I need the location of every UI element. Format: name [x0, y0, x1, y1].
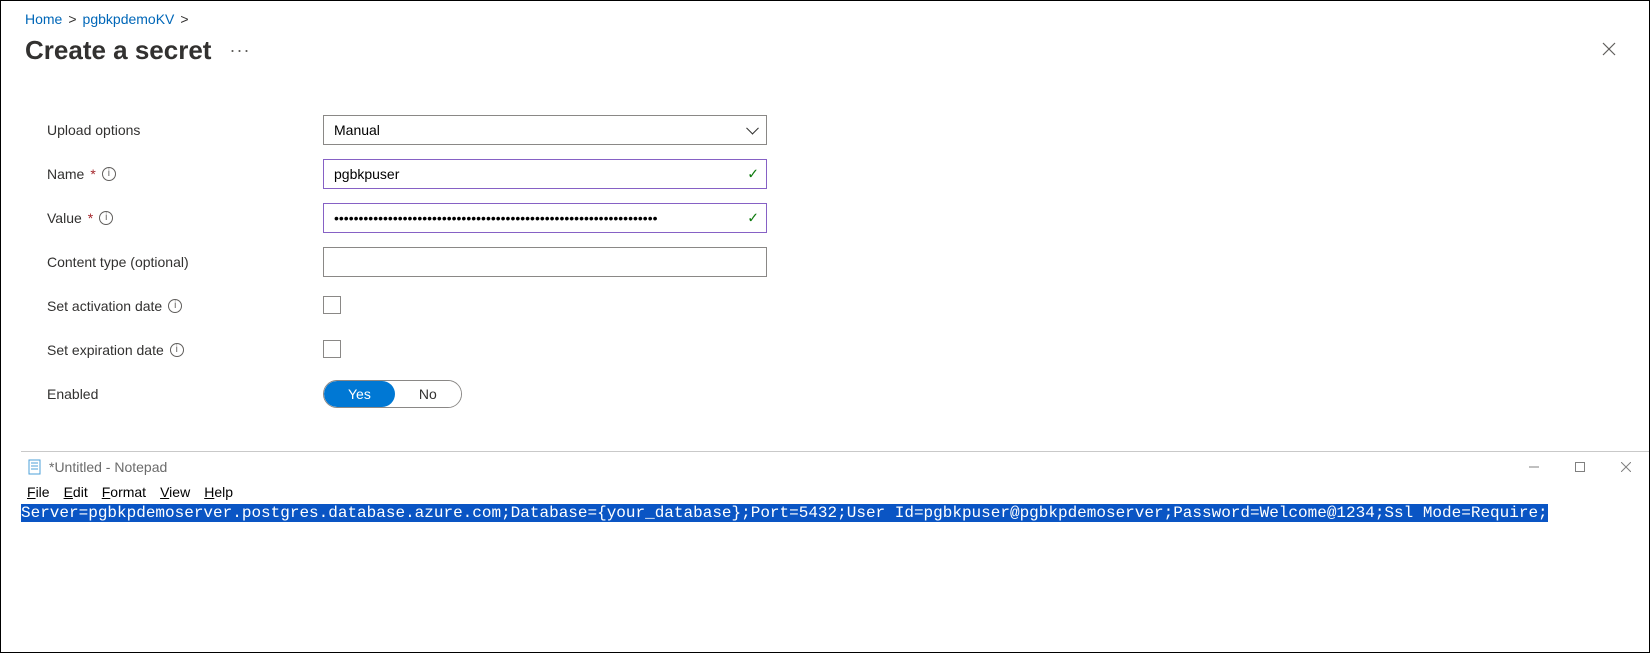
page-title: Create a secret [25, 35, 211, 66]
minimize-button[interactable] [1511, 452, 1557, 482]
enabled-no[interactable]: No [395, 381, 461, 407]
activation-date-checkbox[interactable] [323, 296, 341, 314]
create-secret-form: Upload options Manual Name * i ✓ Value *… [1, 78, 1649, 416]
close-button[interactable] [1603, 452, 1649, 482]
menu-format[interactable]: Format [102, 484, 146, 500]
activation-date-label: Set activation date [47, 298, 162, 314]
more-menu-icon[interactable]: ··· [225, 36, 254, 65]
menu-file[interactable]: File [27, 484, 50, 500]
content-type-input[interactable] [323, 247, 767, 277]
value-label: Value [47, 210, 82, 226]
maximize-button[interactable] [1557, 452, 1603, 482]
upload-options-label: Upload options [47, 122, 140, 138]
notepad-icon [27, 459, 43, 475]
page-header: Create a secret ··· [1, 27, 1649, 78]
upload-options-select[interactable]: Manual [323, 115, 767, 145]
selected-text: Server=pgbkpdemoserver.postgres.database… [21, 504, 1548, 522]
value-input[interactable] [323, 203, 767, 233]
valid-check-icon: ✓ [747, 210, 759, 227]
breadcrumb-separator: > [180, 11, 188, 27]
expiration-date-label: Set expiration date [47, 342, 164, 358]
breadcrumb-separator: > [68, 11, 76, 27]
notepad-window: *Untitled - Notepad File Edit Format Vie… [21, 451, 1649, 652]
info-icon[interactable]: i [168, 299, 182, 313]
content-type-label: Content type (optional) [47, 254, 189, 270]
enabled-label: Enabled [47, 386, 98, 402]
name-input[interactable] [323, 159, 767, 189]
name-label: Name [47, 166, 84, 182]
info-icon[interactable]: i [170, 343, 184, 357]
breadcrumb-home[interactable]: Home [25, 11, 62, 27]
required-indicator: * [90, 166, 95, 182]
notepad-title: *Untitled - Notepad [49, 459, 167, 475]
enabled-yes[interactable]: Yes [324, 381, 395, 407]
info-icon[interactable]: i [99, 211, 113, 225]
valid-check-icon: ✓ [747, 166, 759, 183]
menu-view[interactable]: View [160, 484, 190, 500]
breadcrumb-keyvault[interactable]: pgbkpdemoKV [83, 11, 175, 27]
breadcrumb: Home > pgbkpdemoKV > [1, 1, 1649, 27]
enabled-toggle[interactable]: Yes No [323, 380, 462, 408]
expiration-date-checkbox[interactable] [323, 340, 341, 358]
close-icon[interactable] [1593, 33, 1625, 68]
menu-edit[interactable]: Edit [64, 484, 88, 500]
notepad-menu: File Edit Format View Help [21, 482, 1649, 504]
notepad-titlebar[interactable]: *Untitled - Notepad [21, 452, 1649, 482]
menu-help[interactable]: Help [204, 484, 233, 500]
info-icon[interactable]: i [102, 167, 116, 181]
notepad-content[interactable]: Server=pgbkpdemoserver.postgres.database… [21, 504, 1649, 522]
required-indicator: * [88, 210, 93, 226]
